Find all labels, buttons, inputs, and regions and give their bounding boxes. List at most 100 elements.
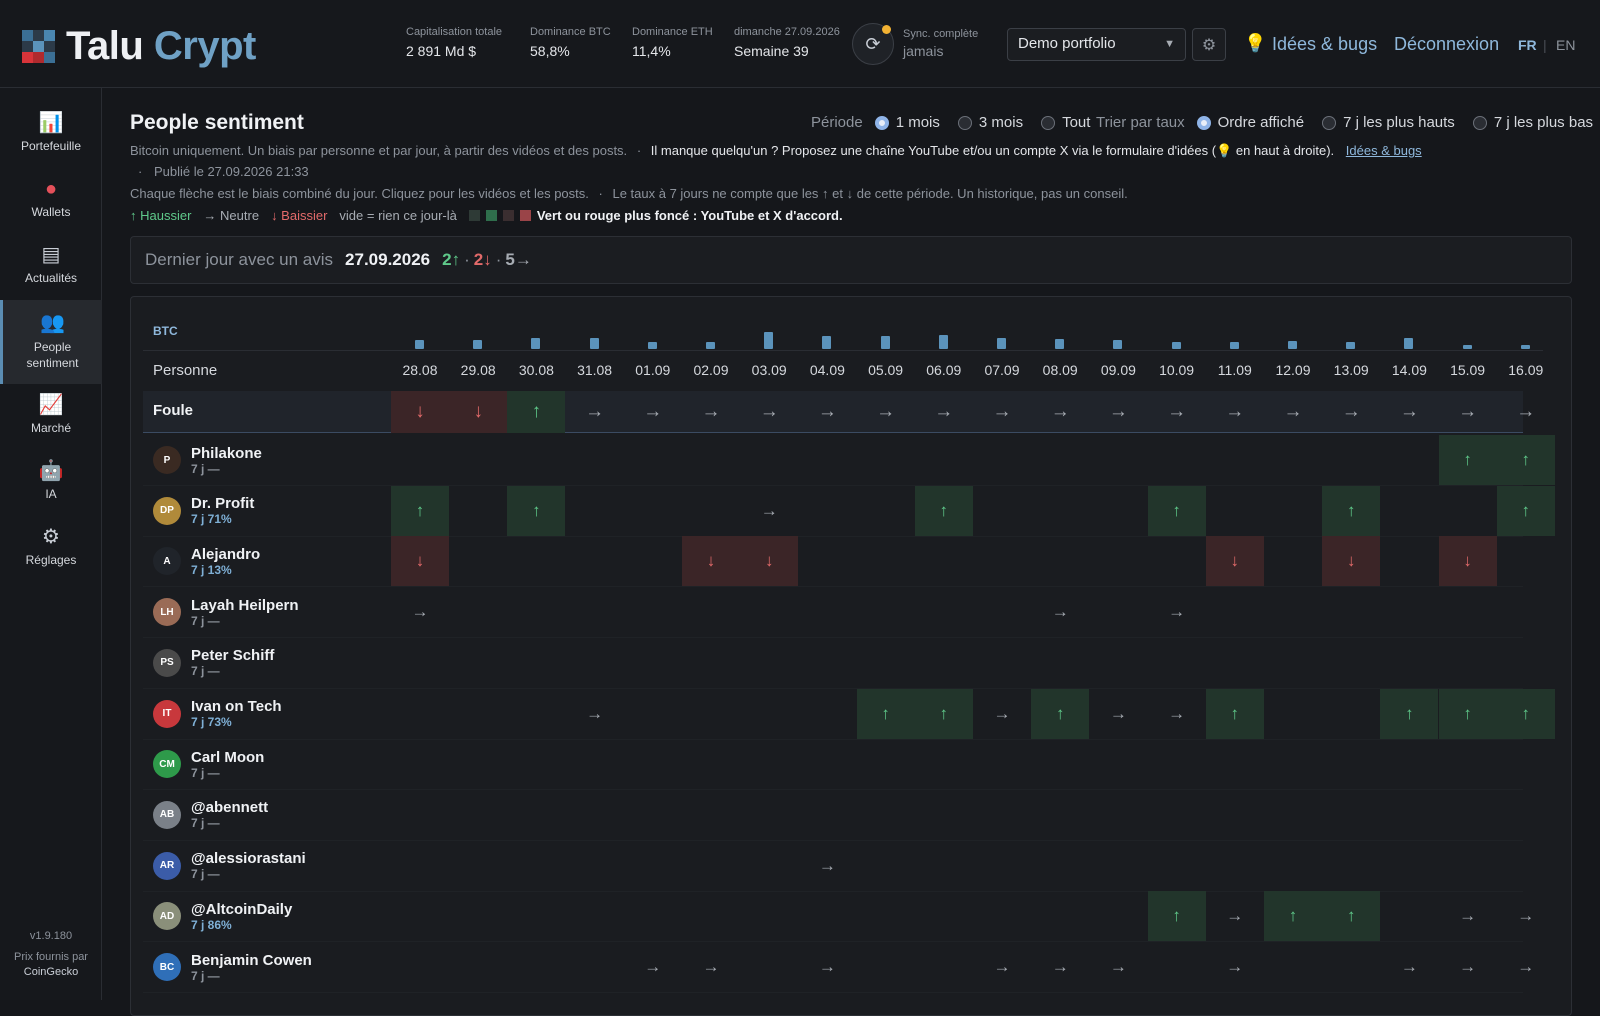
sentiment-cell[interactable]: → <box>1089 942 1147 992</box>
portfolio-select[interactable]: Demo portfolio ▼ <box>1007 28 1186 61</box>
sidebar-item-settings[interactable]: ⚙ Réglages <box>0 526 102 576</box>
sentiment-cell[interactable]: ↑ <box>1322 891 1381 942</box>
sidebar-item-portfolio[interactable]: 📊 Portefeuille <box>0 112 102 162</box>
sentiment-cell[interactable]: ↑ <box>1264 891 1322 942</box>
sentiment-cell[interactable]: → <box>798 841 856 891</box>
crowd-sentiment-cell[interactable]: → <box>1380 391 1438 433</box>
crowd-sentiment-cell[interactable]: → <box>1322 391 1380 433</box>
sentiment-cell[interactable]: ↑ <box>507 485 566 536</box>
logo[interactable]: Talu Crypt <box>22 24 256 68</box>
person-row-label[interactable]: AD @AltcoinDaily 7 j 86% <box>153 891 292 941</box>
person-row-label[interactable]: LH Layah Heilpern 7 j — <box>153 587 299 637</box>
sentiment-cell[interactable]: → <box>1380 942 1438 992</box>
radio[interactable] <box>1472 115 1487 130</box>
sentiment-cell[interactable]: → <box>1497 891 1555 941</box>
crowd-sentiment-cell[interactable]: → <box>1264 391 1322 433</box>
ideas-bugs-link[interactable]: Idées & bugs <box>1272 34 1377 55</box>
sentiment-cell[interactable]: → <box>1089 689 1147 739</box>
crowd-sentiment-cell[interactable]: → <box>740 391 798 433</box>
radio[interactable] <box>1322 115 1337 130</box>
sentiment-cell[interactable]: → <box>973 942 1031 992</box>
person-row-label[interactable]: AR @alessiorastani 7 j — <box>153 841 306 891</box>
crowd-sentiment-cell[interactable]: ↑ <box>507 391 566 433</box>
period-option-all[interactable]: Tout <box>1041 114 1090 131</box>
person-row-label[interactable]: IT Ivan on Tech 7 j 73% <box>153 689 282 739</box>
sidebar-item-ai[interactable]: 🤖 IA <box>0 460 102 510</box>
prices-credit-line2[interactable]: CoinGecko <box>0 965 102 980</box>
crowd-sentiment-cell[interactable]: → <box>1089 391 1147 433</box>
sort-option-displayed[interactable]: Ordre affiché <box>1196 114 1304 131</box>
sentiment-cell[interactable]: → <box>1206 891 1264 941</box>
crowd-sentiment-cell[interactable]: → <box>624 391 682 433</box>
ideas-bugs-inline-link[interactable]: Idées & bugs <box>1346 143 1422 158</box>
person-row-label[interactable]: DP Dr. Profit 7 j 71% <box>153 486 254 536</box>
radio[interactable] <box>957 115 972 130</box>
person-row-label[interactable]: AB @abennett 7 j — <box>153 790 268 840</box>
sentiment-cell[interactable]: → <box>1031 942 1089 992</box>
sentiment-cell[interactable]: ↑ <box>1438 688 1497 739</box>
crowd-sentiment-cell[interactable]: → <box>915 391 973 433</box>
sentiment-cell[interactable]: ↑ <box>1205 688 1264 739</box>
sentiment-cell[interactable]: ↑ <box>1147 485 1206 536</box>
sentiment-cell[interactable]: → <box>1031 587 1089 637</box>
sentiment-cell[interactable]: ↑ <box>1031 688 1090 739</box>
sentiment-cell[interactable]: ↓ <box>1438 536 1497 587</box>
sentiment-cell[interactable]: → <box>566 689 624 739</box>
logout-link[interactable]: Déconnexion <box>1394 34 1499 55</box>
person-row-label[interactable]: PS Peter Schiff 7 j — <box>153 638 274 688</box>
crowd-sentiment-cell[interactable]: → <box>682 391 740 433</box>
sentiment-cell[interactable]: → <box>682 942 740 992</box>
sentiment-cell[interactable]: → <box>740 486 798 536</box>
sort-option-lowest[interactable]: 7 j les plus bas <box>1472 114 1593 131</box>
sort-option-highest[interactable]: 7 j les plus hauts <box>1322 114 1455 131</box>
radio-selected[interactable] <box>1196 115 1211 130</box>
sentiment-cell[interactable]: ↑ <box>1380 688 1439 739</box>
lang-en[interactable]: EN <box>1556 37 1575 53</box>
crowd-sentiment-cell[interactable]: → <box>1497 391 1555 433</box>
period-option-3m[interactable]: 3 mois <box>957 114 1023 131</box>
crowd-sentiment-cell[interactable]: → <box>1031 391 1089 433</box>
crowd-sentiment-cell[interactable]: → <box>973 391 1031 433</box>
radio-selected[interactable] <box>874 115 889 130</box>
sentiment-cell[interactable]: ↓ <box>682 536 740 587</box>
sentiment-cell[interactable]: → <box>391 587 449 637</box>
person-row-label[interactable]: A Alejandro 7 j 13% <box>153 536 260 586</box>
crowd-sentiment-cell[interactable]: → <box>857 391 915 433</box>
sentiment-cell[interactable]: → <box>1148 689 1206 739</box>
sentiment-cell[interactable]: ↑ <box>856 688 915 739</box>
sidebar-item-news[interactable]: ▤ Actualités <box>0 244 102 294</box>
sentiment-cell[interactable]: ↑ <box>391 485 449 536</box>
sentiment-cell[interactable]: → <box>973 689 1031 739</box>
sentiment-cell[interactable]: ↑ <box>1322 485 1381 536</box>
sentiment-cell[interactable]: → <box>1148 587 1206 637</box>
crowd-sentiment-cell[interactable]: → <box>1439 391 1497 433</box>
crowd-sentiment-cell[interactable]: → <box>1148 391 1206 433</box>
sentiment-cell[interactable]: → <box>1206 942 1264 992</box>
radio[interactable] <box>1041 115 1056 130</box>
person-row-label[interactable]: P Philakone 7 j — <box>153 435 262 485</box>
sidebar-item-market[interactable]: 📈 Marché <box>0 394 102 444</box>
sidebar-item-people-sentiment[interactable]: 👥 People sentiment <box>0 300 102 384</box>
sentiment-cell[interactable]: → <box>798 942 856 992</box>
sentiment-cell[interactable]: ↓ <box>740 536 799 587</box>
crowd-sentiment-cell[interactable]: ↓ <box>449 391 508 433</box>
period-option-1m[interactable]: 1 mois <box>874 114 940 131</box>
crowd-sentiment-cell[interactable]: → <box>1206 391 1264 433</box>
person-row-label[interactable]: CM Carl Moon 7 j — <box>153 739 264 789</box>
portfolio-settings-button[interactable]: ⚙ <box>1192 28 1226 61</box>
sentiment-cell[interactable]: ↑ <box>1147 891 1206 942</box>
lang-fr[interactable]: FR <box>1518 37 1537 53</box>
sentiment-cell[interactable]: ↑ <box>1496 688 1555 739</box>
sentiment-cell[interactable]: → <box>1439 942 1497 992</box>
sentiment-cell[interactable]: ↓ <box>391 536 449 587</box>
crowd-sentiment-cell[interactable]: → <box>566 391 624 433</box>
sentiment-cell[interactable]: → <box>1439 891 1497 941</box>
crowd-sentiment-cell[interactable]: ↓ <box>391 391 449 433</box>
sentiment-cell[interactable]: → <box>1497 942 1555 992</box>
crowd-sentiment-cell[interactable]: → <box>798 391 856 433</box>
sidebar-item-wallets[interactable]: ● Wallets <box>0 178 102 228</box>
sentiment-cell[interactable]: ↑ <box>1496 435 1555 485</box>
sentiment-cell[interactable]: → <box>624 942 682 992</box>
sentiment-cell[interactable]: ↑ <box>914 485 973 536</box>
sentiment-cell[interactable]: ↓ <box>1322 536 1381 587</box>
